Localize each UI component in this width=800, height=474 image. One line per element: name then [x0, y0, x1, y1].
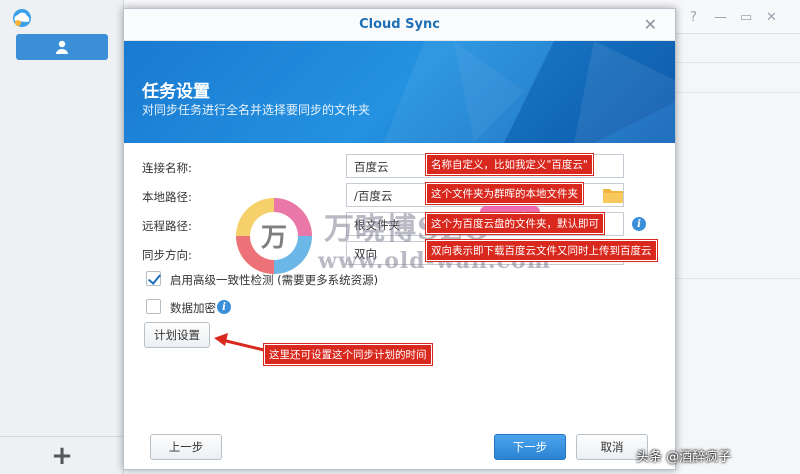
user-icon	[56, 40, 68, 54]
schedule-settings-button[interactable]: 计划设置	[144, 322, 210, 348]
background-divider	[676, 62, 800, 63]
background-divider	[676, 278, 800, 279]
close-icon[interactable]: ✕	[644, 15, 657, 34]
connection-name-label: 连接名称:	[142, 161, 192, 175]
add-connection-button[interactable]: +	[0, 436, 124, 474]
next-button[interactable]: 下一步	[494, 434, 566, 460]
credit-watermark: 头条 @酒醉疯子	[636, 450, 732, 465]
dialog-title: Cloud Sync	[359, 17, 440, 32]
annotation-remote-path: 这个为百度云盘的文件夹，默认即可	[426, 213, 604, 234]
banner-subtitle: 对同步任务进行全名并选择要同步的文件夹	[142, 103, 371, 117]
annotation-schedule: 这里还可设置这个同步计划的时间	[264, 344, 432, 365]
annotation-local-path: 这个文件夹为群晖的本地文件夹	[426, 183, 583, 204]
maximize-icon[interactable]: ▭	[740, 10, 752, 25]
cloud-sync-app-icon	[13, 9, 31, 27]
previous-button[interactable]: 上一步	[150, 434, 222, 460]
watermark-logo: 万	[236, 198, 312, 274]
background-divider	[676, 92, 800, 93]
encryption-label: 数据加密	[170, 301, 216, 315]
dialog-banner: 任务设置 对同步任务进行全名并选择要同步的文件夹	[124, 41, 675, 143]
window-close-icon[interactable]: ✕	[766, 10, 777, 25]
folder-icon[interactable]	[602, 186, 624, 204]
info-icon[interactable]: i	[217, 300, 231, 314]
background-sidebar: +	[0, 0, 124, 474]
info-icon[interactable]: i	[632, 217, 646, 231]
watermark-logo-char: 万	[261, 223, 287, 253]
encryption-checkbox[interactable]	[146, 299, 161, 314]
sync-direction-label: 同步方向:	[142, 248, 192, 262]
remote-path-label: 远程路径:	[142, 219, 192, 233]
help-icon[interactable]: ?	[690, 10, 697, 25]
banner-title: 任务设置	[142, 82, 210, 102]
red-arrow-icon	[214, 333, 265, 352]
consistency-check-checkbox[interactable]	[146, 271, 161, 286]
dialog-titlebar: Cloud Sync ✕	[124, 9, 675, 41]
annotation-sync-direction: 双向表示即下载百度云文件又同时上传到百度云	[426, 240, 657, 261]
local-path-label: 本地路径:	[142, 190, 192, 204]
minimize-icon[interactable]: —	[714, 10, 727, 25]
annotation-name: 名称自定义，比如我定义"百度云"	[426, 154, 593, 175]
user-connection-button[interactable]	[16, 34, 108, 60]
